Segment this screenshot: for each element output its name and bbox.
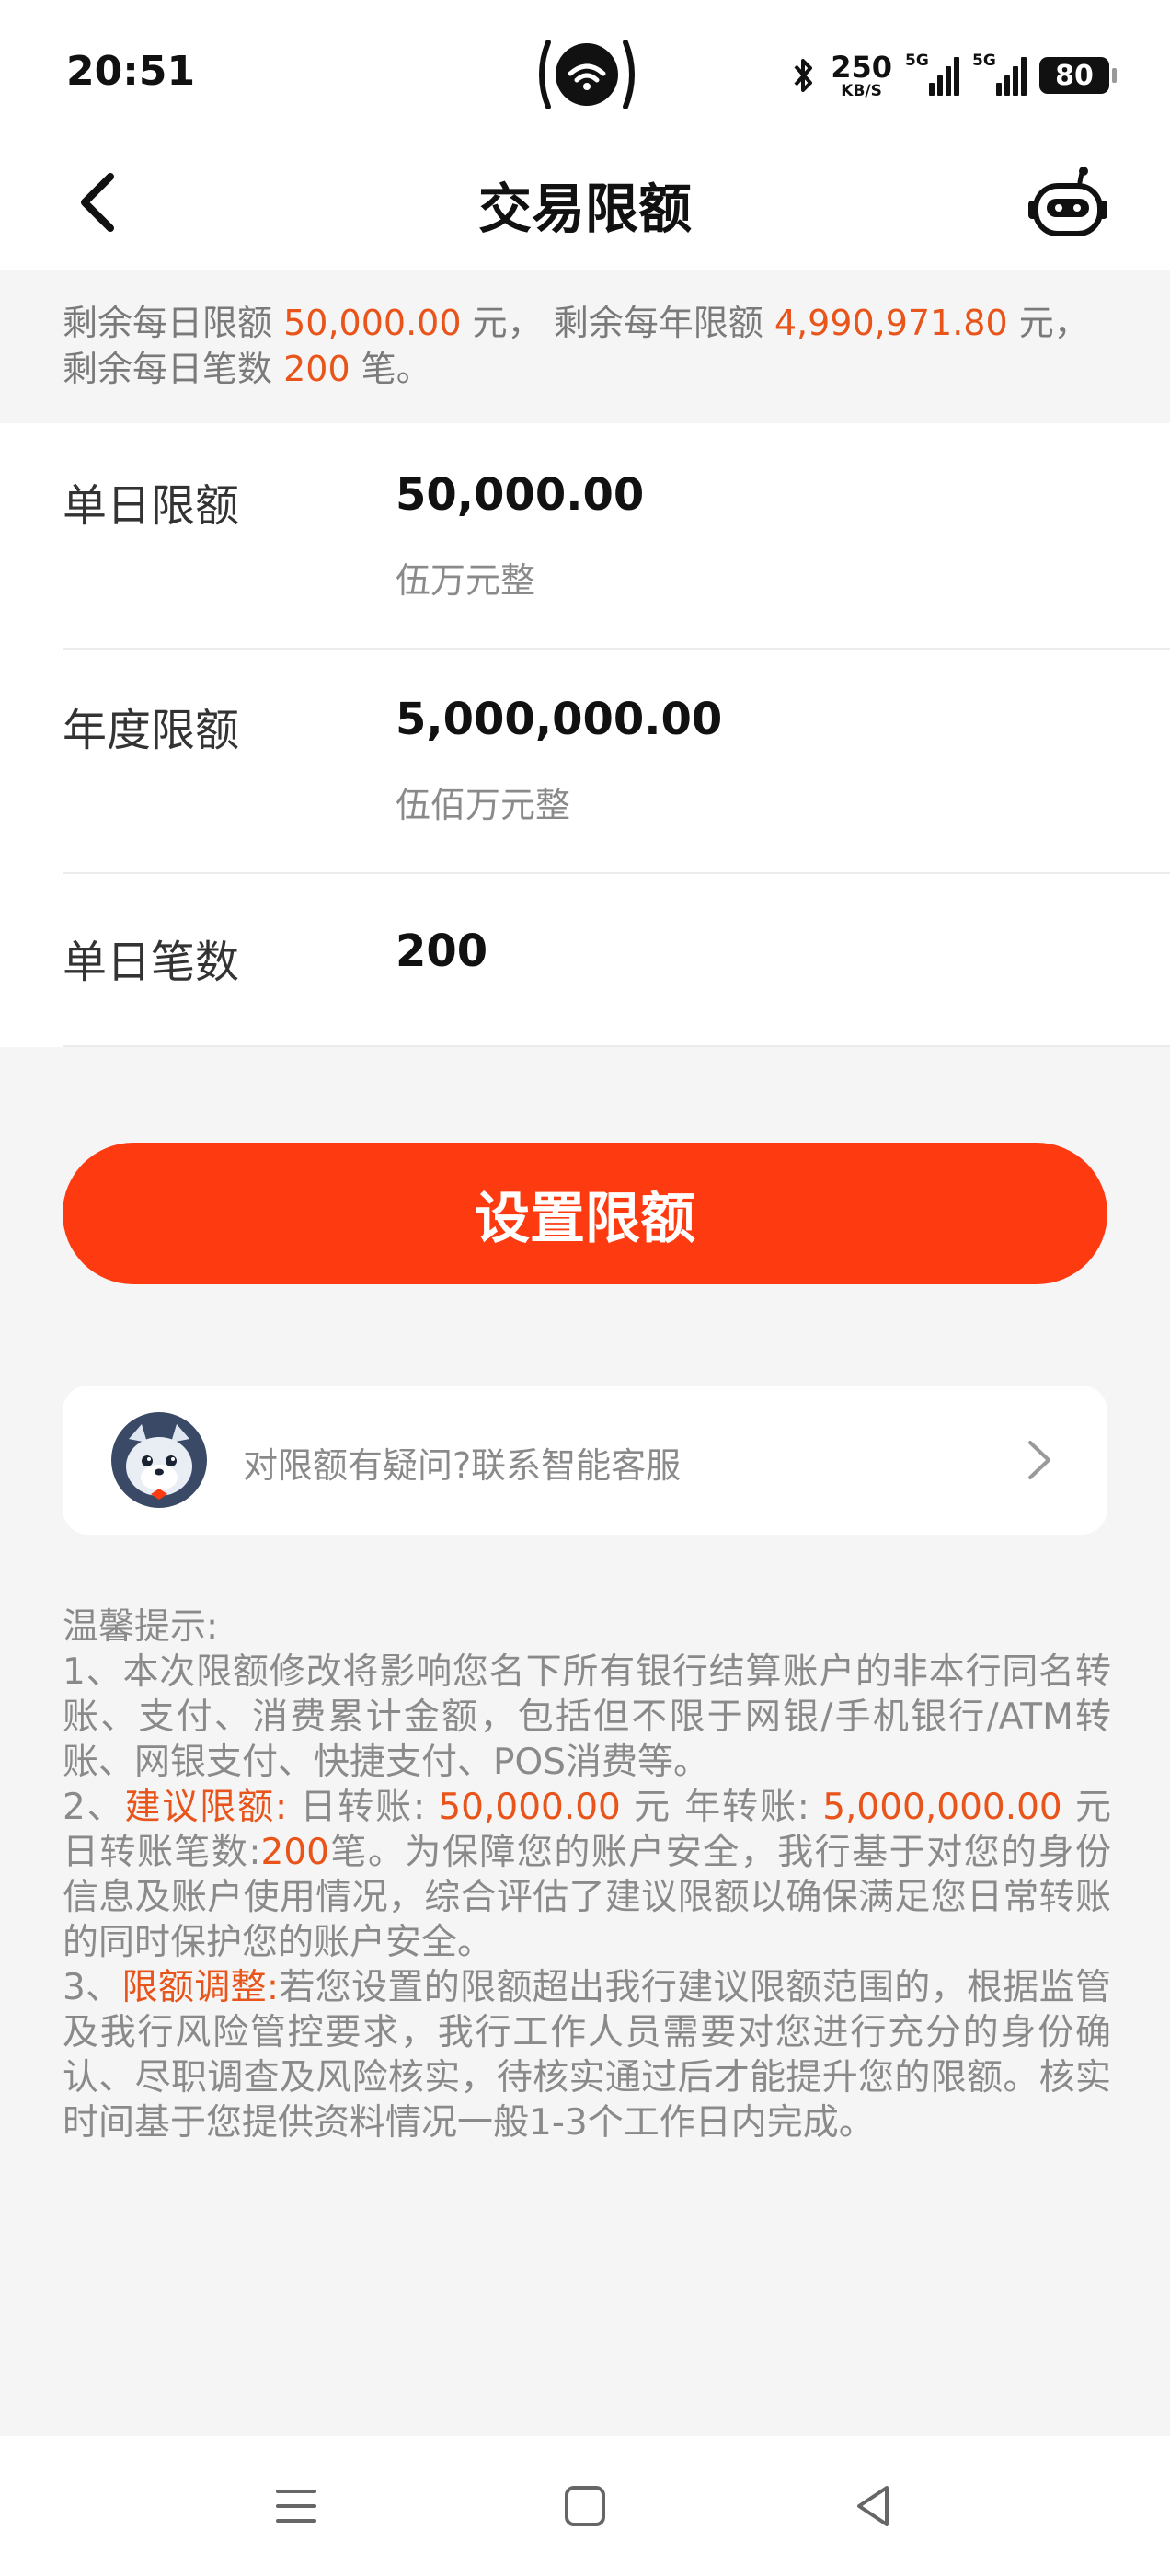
bluetooth-icon: [794, 59, 813, 92]
transaction-limit-page: 20:51 250 KB/S 5G 5G 80 交易限额 剩余每日限额 50,0…: [0, 0, 1170, 2576]
remaining-count-value: 200: [283, 349, 350, 389]
page-title: 交易限额: [477, 178, 692, 240]
navigation-bar: 交易限额: [0, 138, 1170, 270]
status-icons: 250 KB/S 5G 5G 80: [790, 48, 1117, 103]
menu-icon[interactable]: [269, 2478, 324, 2534]
system-navigation-bar: [0, 2436, 1170, 2576]
daily-limit-uppercase: 伍万元整: [396, 560, 536, 601]
daily-limit-input[interactable]: 50,000.00: [396, 469, 644, 521]
warm-tips: 温馨提示: 1、本次限额修改将影响您名下所有银行结算账户的非本行同名转账、支付、…: [63, 1604, 1111, 2145]
hotspot-icon: [539, 40, 635, 109]
daily-limit-row[interactable]: 单日限额 50,000.00 伍万元整: [63, 423, 1170, 650]
service-mascot-avatar: [111, 1412, 207, 1508]
customer-service-link-text: 对限额有疑问?联系智能客服: [243, 1445, 682, 1486]
remaining-yearly-value: 4,990,971.80: [774, 303, 1008, 343]
status-time: 20:51: [66, 48, 196, 95]
back-triangle-icon[interactable]: [846, 2478, 901, 2534]
chevron-right-icon: [1028, 1441, 1050, 1479]
yearly-limit-row[interactable]: 年度限额 5,000,000.00 伍佰万元整: [63, 650, 1170, 874]
signal-5g-icon-1: 5G: [905, 52, 959, 96]
tips-heading: 温馨提示:: [63, 1606, 219, 1648]
daily-limit-label: 单日限额: [63, 480, 240, 532]
yearly-limit-uppercase: 伍佰万元整: [396, 785, 571, 825]
remaining-daily-value: 50,000.00: [283, 303, 462, 343]
status-bar: 20:51 250 KB/S 5G 5G 80: [0, 0, 1170, 138]
daily-count-label: 单日笔数: [63, 937, 240, 988]
tips-item-2: 2、建议限额: 日转账: 50,000.00 元 年转账: 5,000,000.…: [63, 1787, 1111, 1963]
signal-5g-icon-2: 5G: [972, 52, 1027, 96]
tips-item-1: 1、本次限额修改将影响您名下所有银行结算账户的非本行同名转账、支付、消费累计金额…: [63, 1651, 1111, 1783]
network-speed: 250 KB/S: [831, 49, 892, 100]
limit-settings-card: 单日限额 50,000.00 伍万元整 年度限额 5,000,000.00 伍佰…: [0, 423, 1170, 1047]
set-limit-button[interactable]: 设置限额: [63, 1143, 1107, 1284]
tips-item-3: 3、限额调整:若您设置的限额超出我行建议限额范围的，根据监管及我行风险管控要求，…: [63, 1967, 1111, 2144]
daily-count-input[interactable]: 200: [396, 926, 488, 977]
home-icon[interactable]: [557, 2478, 613, 2534]
customer-service-card[interactable]: 对限额有疑问?联系智能客服: [63, 1386, 1107, 1535]
yearly-limit-input[interactable]: 5,000,000.00: [396, 694, 722, 745]
robot-assistant-icon[interactable]: [1027, 164, 1109, 247]
remaining-limit-summary: 剩余每日限额 50,000.00 元， 剩余每年限额 4,990,971.80 …: [0, 270, 1170, 423]
battery-icon: 80: [1039, 57, 1117, 94]
yearly-limit-label: 年度限额: [63, 705, 240, 756]
daily-count-row[interactable]: 单日笔数 200: [63, 874, 1170, 1047]
